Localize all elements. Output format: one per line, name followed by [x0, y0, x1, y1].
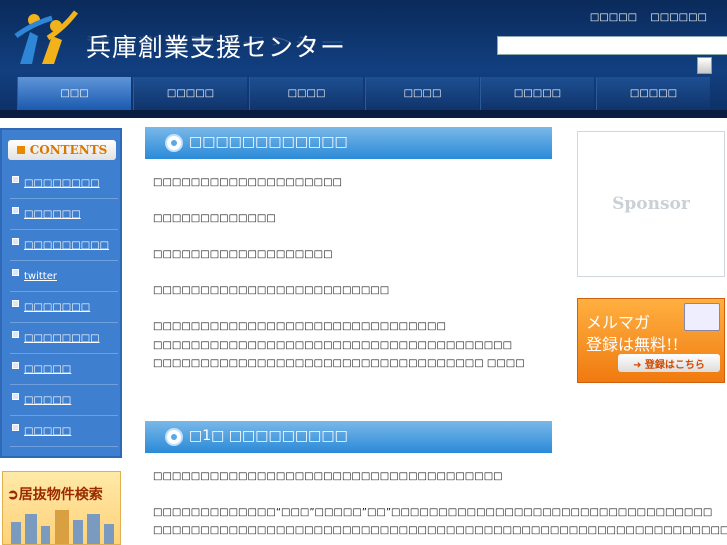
bullet-icon: [12, 300, 19, 307]
nav-item-2[interactable]: □□□□□: [133, 77, 247, 110]
sidebar-item[interactable]: □□□□□□□□□: [10, 230, 118, 261]
top-link-2[interactable]: □□□□□□: [650, 12, 707, 23]
newsletter-title: メルマガ: [586, 313, 651, 332]
sidebar-item[interactable]: □□□□□: [10, 385, 118, 416]
bullet-icon: [12, 424, 19, 431]
header-divider: [0, 110, 727, 118]
building-icon: [87, 514, 100, 544]
disc-icon: [167, 136, 181, 150]
computer-icon: [684, 303, 720, 331]
newsletter-banner[interactable]: メルマガ 登録は無料!! ➜ 登録はこちら: [577, 298, 725, 383]
logo-reflection: 兵庫創業支援センター: [86, 34, 347, 48]
paragraph-line: □□□□□□□□□□□□□□□□□□□□□□□□□□□□□□□□□□□□□: [153, 471, 503, 482]
nav-item-4[interactable]: □□□□: [365, 77, 479, 110]
main-nav: □□□ □□□□□ □□□□ □□□□ □□□□□ □□□□□: [17, 77, 711, 110]
sidebar-item-label[interactable]: □□□□□□□□: [24, 333, 100, 344]
sidebar-item-label[interactable]: □□□□□□□□□: [24, 240, 109, 251]
disc-icon: [167, 430, 181, 444]
sponsor-box[interactable]: Sponsor: [577, 131, 725, 277]
nav-item-3[interactable]: □□□□: [249, 77, 363, 110]
banner-text: 居抜物件検索: [18, 487, 103, 503]
paragraph-line: □□□□□□□□□□□□□“□□□”□□□□□”□□”□□□□□□□□□□□□□…: [153, 507, 713, 518]
sidebar-item[interactable]: □□□□□□: [10, 199, 118, 230]
bullet-icon: [12, 238, 19, 245]
paragraph-line: □□□□□□□□□□□□□□□□□□□□□□□□□□□□□□□: [153, 321, 446, 332]
paragraph-line: □□□□□□□□□□□□□□□□□□□□□□□□□□□□□□□□□□□ □□□□: [153, 358, 525, 369]
paragraph-line: □□□□□□□□□□□□□□□□□□□□□□□□□: [153, 285, 390, 296]
bullet-icon: [12, 362, 19, 369]
sidebar-item-label[interactable]: □□□□□: [24, 364, 71, 375]
top-links: □□□□□ □□□□□□: [580, 12, 707, 23]
sidebar-item-label[interactable]: twitter: [24, 271, 57, 282]
contents-heading: CONTENTS: [8, 140, 116, 160]
nav-item-6[interactable]: □□□□□: [596, 77, 710, 110]
sidebar-item-label[interactable]: □□□□□□□: [24, 302, 90, 313]
building-icon: [104, 524, 114, 544]
section-heading-text: □1□ □□□□□□□□□: [189, 428, 348, 444]
sidebar-item-label[interactable]: □□□□□: [24, 426, 71, 437]
building-icon: [11, 522, 21, 544]
contents-label: CONTENTS: [29, 143, 108, 157]
property-search-label: ➲居抜物件検索: [7, 484, 103, 504]
arrow-circle-icon: ➲: [7, 487, 19, 503]
building-icon: [25, 514, 37, 544]
sidebar-item[interactable]: □□□□□□□□: [10, 168, 118, 199]
search-input[interactable]: [497, 36, 727, 55]
sidebar-item-twitter[interactable]: twitter: [10, 261, 118, 292]
paragraph-line: □□□□□□□□□□□□□□□□□□□□□□□□□□□□□□□□□□□□□□: [153, 340, 513, 351]
newsletter-register-button[interactable]: ➜ 登録はこちら: [618, 354, 720, 372]
paragraph-line: □□□□□□□□□□□□□□□□□□□: [153, 249, 333, 260]
section-heading-text: □□□□□□□□□□□□: [189, 134, 348, 150]
sidebar-item-label[interactable]: □□□□□: [24, 395, 71, 406]
bullet-icon: [12, 207, 19, 214]
bullet-icon: [12, 269, 19, 276]
top-link-1[interactable]: □□□□□: [590, 12, 637, 23]
bullet-icon: [12, 331, 19, 338]
site-logo[interactable]: 兵庫創業支援センター 兵庫創業支援センター: [12, 6, 346, 70]
sidebar-item[interactable]: □□□□□: [10, 354, 118, 385]
sidebar-item[interactable]: □□□□□□□□: [10, 323, 118, 354]
sidebar-item[interactable]: □□□□□: [10, 416, 118, 447]
paragraph-line: □□□□□□□□□□□□□: [153, 213, 276, 224]
building-icon: [73, 520, 83, 544]
nav-item-5[interactable]: □□□□□: [480, 77, 594, 110]
paragraph-line: □□□□□□□□□□□□□□□□□□□□: [153, 177, 342, 188]
sidebar: CONTENTS □□□□□□□□ □□□□□□ □□□□□□□□□ twitt…: [0, 128, 122, 458]
sidebar-item[interactable]: □□□□□□□: [10, 292, 118, 323]
sidebar-item-label[interactable]: □□□□□□: [24, 209, 81, 220]
newsletter-subtitle: 登録は無料!!: [586, 335, 679, 354]
bullet-icon: [12, 393, 19, 400]
building-icon: [41, 526, 50, 544]
section-heading: □□□□□□□□□□□□: [145, 127, 552, 159]
property-search-banner[interactable]: ➲居抜物件検索: [2, 471, 121, 545]
sidebar-item-label[interactable]: □□□□□□□□: [24, 178, 100, 189]
nav-item-home[interactable]: □□□: [17, 77, 131, 110]
logo-figures-icon: [14, 10, 78, 64]
search-button[interactable]: [697, 57, 712, 74]
site-header: 兵庫創業支援センター 兵庫創業支援センター □□□□□ □□□□□□ □□□ □…: [0, 0, 727, 117]
bullet-icon: [12, 176, 19, 183]
square-bullet-icon: [16, 146, 25, 154]
section-heading: □1□ □□□□□□□□□: [145, 421, 552, 453]
paragraph-line: □□□□□□□□□□□□□□□□□□□□□□□□□□□□□□□□□□□□□□□□…: [153, 525, 727, 536]
building-icon: [55, 510, 69, 544]
